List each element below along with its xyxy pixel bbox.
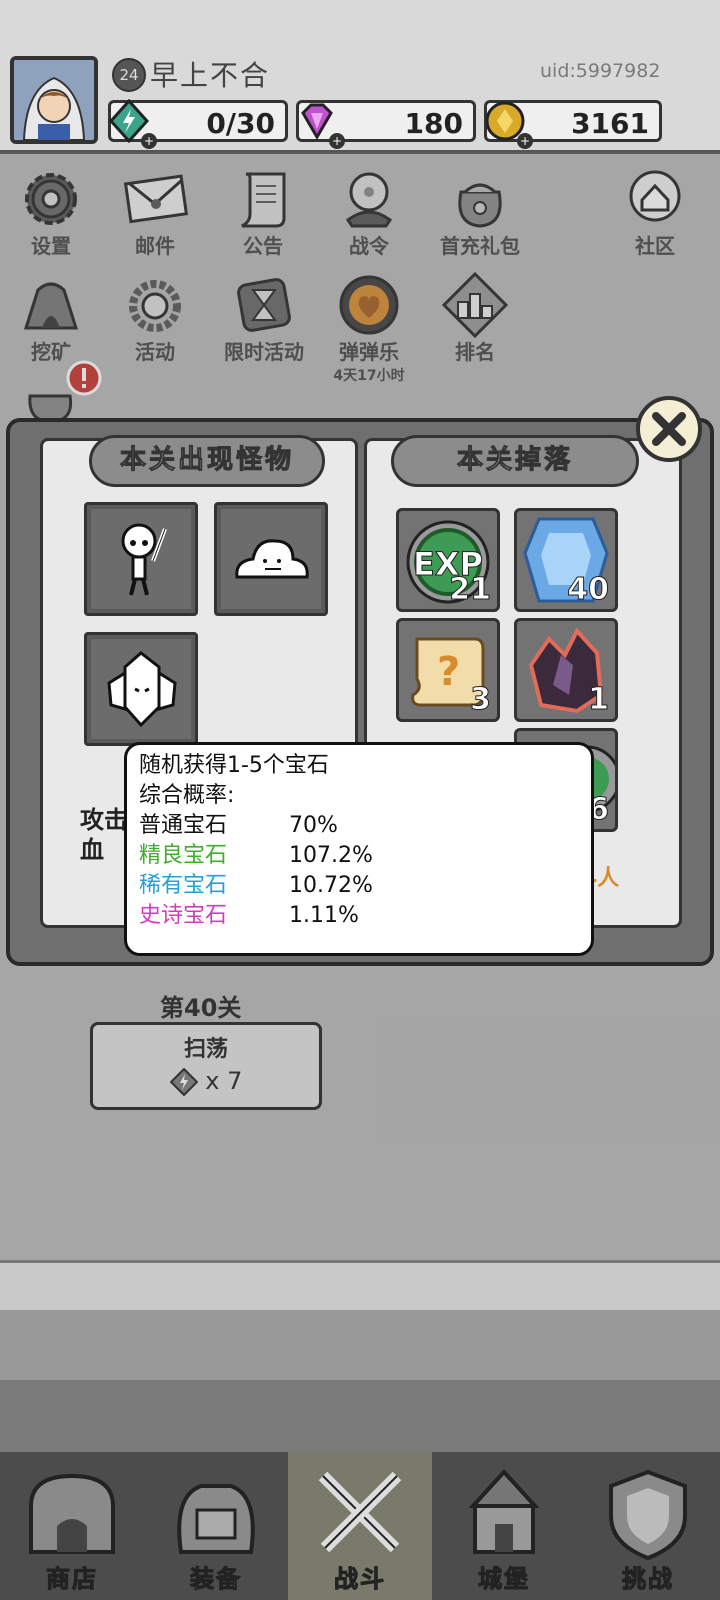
nav-equipment[interactable]: 装备 <box>144 1452 288 1600</box>
gem-tier-pct: 10.72% <box>289 873 373 898</box>
energy-value: 0/30 <box>206 107 275 140</box>
tooltip-row-common: 普通宝石 70% <box>139 811 579 841</box>
gold-counter[interactable]: + 3161 <box>484 100 662 149</box>
sweep-cost: x 7 <box>93 1067 319 1097</box>
nav-challenge[interactable]: 挑战 <box>576 1452 720 1600</box>
monster-slot[interactable] <box>84 502 198 616</box>
nav-label: 商店 <box>46 1565 98 1594</box>
close-icon <box>652 412 686 446</box>
nav-label: 战斗 <box>334 1565 386 1594</box>
gem-tier-pct: 70% <box>289 813 338 838</box>
sweep-cost-value: x 7 <box>205 1067 243 1095</box>
player-level-badge: 24 <box>112 58 146 92</box>
gem-tier-name: 精良宝石 <box>139 843 228 868</box>
add-gold-icon[interactable]: + <box>517 133 533 149</box>
crystal-golem-icon <box>107 651 177 728</box>
svg-text:?: ? <box>437 649 460 695</box>
gem-tier-name: 普通宝石 <box>139 813 228 838</box>
gem-probability-tooltip: 随机获得1-5个宝石 综合概率: 普通宝石 70% 精良宝石 107.2% 稀有… <box>124 742 594 956</box>
gem-value: 180 <box>404 107 463 140</box>
shield-icon <box>609 1469 687 1561</box>
add-gem-icon[interactable]: + <box>329 133 345 149</box>
nav-castle[interactable]: 城堡 <box>432 1452 576 1600</box>
tooltip-subtitle: 综合概率: <box>139 783 235 808</box>
skeleton-icon <box>121 523 167 596</box>
drops-header: 本关掉落 <box>391 435 639 487</box>
sweep-label: 扫荡 <box>183 1037 228 1062</box>
drop-slot-scroll[interactable]: ? 3 <box>396 618 500 722</box>
drop-count: 3 <box>470 682 492 718</box>
floor-wall <box>0 1310 720 1380</box>
shop-icon <box>29 1473 115 1554</box>
add-energy-icon[interactable]: + <box>141 133 157 149</box>
sweep-button[interactable]: 扫荡 x 7 <box>90 1022 322 1110</box>
slime-icon <box>235 539 309 579</box>
drop-count: 40 <box>567 572 610 608</box>
tooltip-title: 随机获得1-5个宝石 <box>139 753 329 778</box>
nav-shop[interactable]: 商店 <box>0 1452 144 1600</box>
floor-stones <box>0 1380 720 1460</box>
castle-icon <box>468 1469 540 1554</box>
tooltip-row-fine: 精良宝石 107.2% <box>139 841 579 871</box>
player-uid: uid:5997982 <box>540 60 661 82</box>
floor-plank <box>0 1260 720 1314</box>
monster-slot[interactable] <box>214 502 328 616</box>
player-avatar[interactable] <box>10 56 98 144</box>
drop-slot-dark-crystal[interactable]: 1 <box>514 618 618 722</box>
monsters-header: 本关出现怪物 <box>89 435 325 487</box>
gem-tier-pct: 1.11% <box>289 903 359 928</box>
player-name: 早上不合 <box>150 59 271 92</box>
gem-tier-name: 稀有宝石 <box>139 873 228 898</box>
gem-tier-name: 史诗宝石 <box>139 903 228 928</box>
drop-slot-blue-gem[interactable]: 40 <box>514 508 618 612</box>
gold-value: 3161 <box>571 107 649 140</box>
close-button[interactable] <box>636 396 702 462</box>
gem-tier-pct: 107.2% <box>289 843 373 868</box>
tooltip-row-epic: 史诗宝石 1.11% <box>139 901 579 931</box>
drop-count: 21 <box>449 572 492 608</box>
gem-counter[interactable]: + 180 <box>296 100 476 149</box>
monster-slot[interactable] <box>84 632 198 746</box>
nav-label: 城堡 <box>478 1565 530 1594</box>
stat-hp-label-partial: 血 <box>80 836 104 864</box>
stage-label: 第40关 <box>160 994 242 1022</box>
drop-count: 1 <box>588 682 610 718</box>
nav-label: 挑战 <box>622 1565 674 1594</box>
nav-battle[interactable]: 战斗 <box>288 1452 432 1600</box>
lightning-gem-icon <box>169 1067 199 1097</box>
tooltip-row-rare: 稀有宝石 10.72% <box>139 871 579 901</box>
backpack-icon <box>177 1484 255 1554</box>
drop-slot-exp[interactable]: EXP 21 <box>396 508 500 612</box>
crossed-swords-icon <box>318 1471 402 1553</box>
energy-counter[interactable]: + 0/30 <box>108 98 288 149</box>
nav-label: 装备 <box>190 1565 242 1594</box>
